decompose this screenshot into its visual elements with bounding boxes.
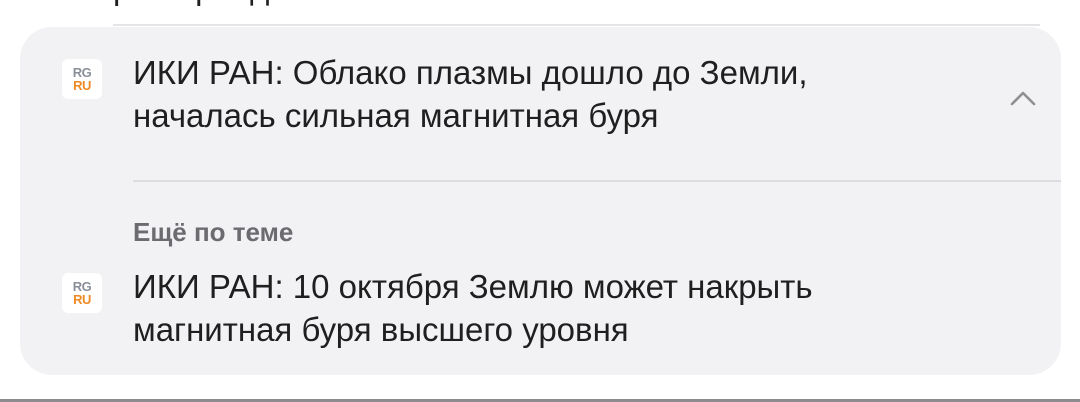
- item-divider: [133, 180, 1061, 182]
- rg-ru-logo-icon: RG RU: [62, 273, 102, 313]
- logo-text-bottom: RU: [73, 292, 91, 307]
- chevron-up-icon[interactable]: [1008, 83, 1038, 113]
- previous-item-cut-text[interactable]: р е п р е д: [113, 0, 1013, 8]
- news-headline[interactable]: ИКИ РАН: Облако плазмы дошло до Земли, н…: [133, 51, 913, 137]
- rg-ru-logo-icon: RG RU: [62, 59, 102, 99]
- related-news-headline[interactable]: ИКИ РАН: 10 октября Землю может накрыть …: [133, 265, 913, 351]
- news-card: RG RU ИКИ РАН: Облако плазмы дошло до Зе…: [20, 27, 1061, 375]
- related-section-label: Ещё по теме: [133, 217, 294, 247]
- divider: [113, 24, 1040, 26]
- logo-text-bottom: RU: [73, 78, 91, 93]
